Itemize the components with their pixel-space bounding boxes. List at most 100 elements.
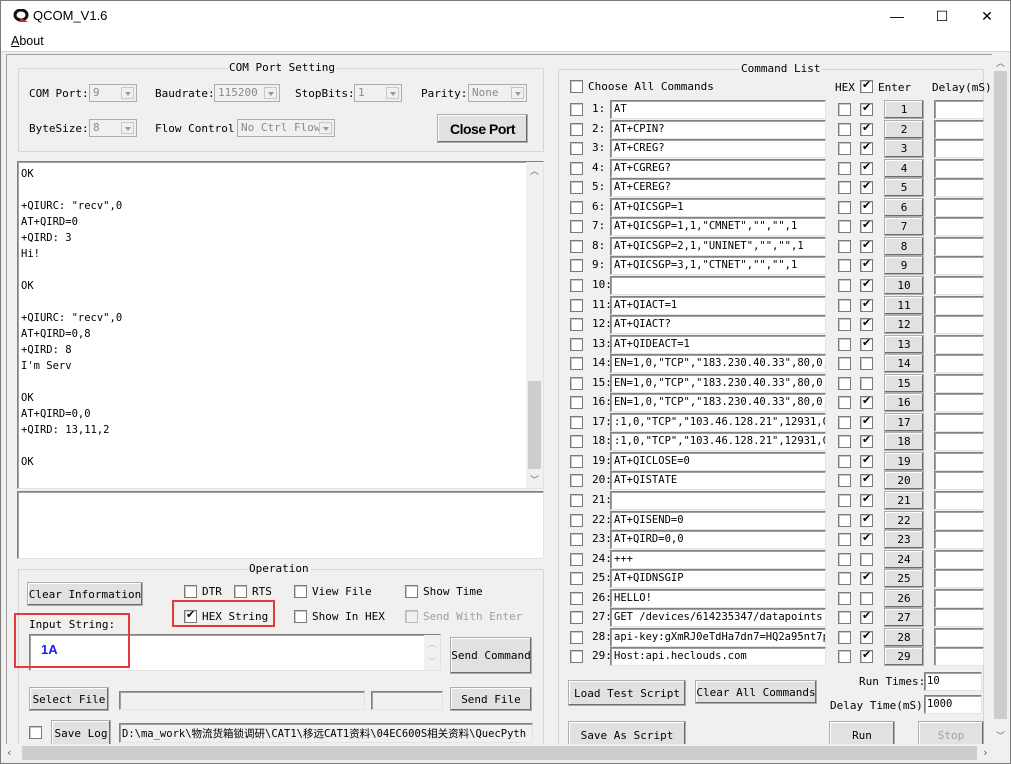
command-input[interactable]: EN=1,0,"TCP","183.230.40.33",80,0,0 (610, 354, 826, 374)
command-select-checkbox[interactable] (570, 357, 583, 371)
command-select-checkbox[interactable] (570, 533, 583, 547)
command-delay-input[interactable] (934, 275, 984, 295)
command-delay-input[interactable] (934, 295, 984, 315)
command-input[interactable]: AT+QICSGP=3,1,"CTNET","","",1 (610, 256, 826, 276)
command-input[interactable] (610, 275, 826, 295)
input-string-scrollbar[interactable]: ︿ ﹀ (424, 635, 440, 670)
command-send-button[interactable]: 15 (884, 373, 924, 393)
command-hex-checkbox[interactable] (838, 181, 851, 195)
command-delay-input[interactable] (934, 119, 984, 139)
command-send-button[interactable]: 12 (884, 315, 924, 335)
command-select-checkbox[interactable] (570, 650, 583, 664)
load-test-script-button[interactable]: Load Test Script (568, 680, 686, 706)
command-hex-checkbox[interactable] (838, 533, 851, 547)
delay-time-input[interactable]: 1000 (924, 695, 982, 714)
command-delay-input[interactable] (934, 373, 984, 393)
command-select-checkbox[interactable] (570, 278, 583, 292)
command-hex-checkbox[interactable] (838, 572, 851, 586)
command-select-checkbox[interactable] (570, 376, 583, 390)
command-enter-checkbox[interactable] (860, 570, 873, 586)
command-send-button[interactable]: 7 (884, 217, 924, 237)
run-times-input[interactable]: 10 (924, 672, 982, 691)
view-file-checkbox[interactable] (294, 585, 307, 598)
minimize-button[interactable]: — (874, 1, 920, 31)
command-select-checkbox[interactable] (570, 454, 583, 468)
command-enter-checkbox[interactable] (860, 140, 873, 156)
command-enter-checkbox[interactable] (860, 591, 873, 605)
chevron-up-icon[interactable]: ︿ (526, 162, 543, 179)
chevron-down-icon[interactable]: ﹀ (992, 727, 1009, 744)
command-input[interactable]: :1,0,"TCP","103.46.128.21",12931,0,0 (610, 412, 826, 432)
command-enter-checkbox[interactable] (860, 336, 873, 351)
command-enter-checkbox[interactable] (860, 609, 873, 625)
chevron-up-icon[interactable]: ︿ (992, 54, 1009, 71)
command-send-button[interactable]: 17 (884, 412, 924, 432)
command-enter-checkbox[interactable] (860, 552, 873, 566)
command-hex-checkbox[interactable] (838, 435, 851, 449)
scrollbar-thumb[interactable] (994, 71, 1007, 719)
command-hex-checkbox[interactable] (838, 278, 851, 292)
command-input[interactable]: AT+CGREG? (610, 158, 826, 178)
command-delay-input[interactable] (934, 334, 984, 354)
command-input[interactable] (610, 491, 826, 510)
command-select-checkbox[interactable] (570, 298, 583, 312)
select-file-path-field[interactable] (119, 691, 365, 710)
command-send-button[interactable]: 26 (884, 588, 924, 608)
command-hex-checkbox[interactable] (838, 298, 851, 312)
close-window-button[interactable]: ✕ (964, 1, 1010, 31)
command-send-button[interactable]: 13 (884, 334, 924, 354)
command-delay-input[interactable] (934, 510, 984, 530)
command-hex-checkbox[interactable] (838, 474, 851, 488)
command-enter-checkbox[interactable] (860, 199, 873, 214)
command-input[interactable]: AT+QICSGP=1,1,"CMNET","","",1 (610, 217, 826, 237)
command-enter-checkbox[interactable] (860, 101, 873, 116)
command-select-checkbox[interactable] (570, 591, 583, 605)
select-file-button[interactable]: Select File (29, 687, 109, 711)
command-send-button[interactable]: 14 (884, 354, 924, 374)
command-enter-checkbox[interactable] (860, 277, 873, 292)
chevron-down-icon[interactable]: ﹀ (424, 653, 440, 670)
command-select-checkbox[interactable] (570, 200, 583, 214)
command-enter-checkbox[interactable] (860, 648, 873, 664)
command-input[interactable]: AT+QICSGP=2,1,"UNINET","","",1 (610, 236, 826, 256)
receive-log-scrollbar[interactable]: ︿ ﹀ (526, 162, 543, 488)
select-file-extra-field[interactable] (371, 691, 443, 710)
command-delay-input[interactable] (934, 491, 984, 510)
menu-about[interactable]: About (11, 34, 44, 48)
command-enter-checkbox[interactable] (860, 257, 873, 273)
command-send-button[interactable]: 8 (884, 236, 924, 256)
command-input[interactable]: AT+QIDEACT=1 (610, 334, 826, 354)
rts-checkbox[interactable] (234, 585, 247, 598)
stopbits-select[interactable]: 1 (354, 84, 402, 102)
command-select-checkbox[interactable] (570, 630, 583, 644)
clear-information-button[interactable]: Clear Information (27, 582, 143, 606)
command-input[interactable]: AT+QIRD=0,0 (610, 530, 826, 550)
command-hex-checkbox[interactable] (838, 396, 851, 410)
command-select-checkbox[interactable] (570, 142, 583, 156)
main-horizontal-scrollbar[interactable]: ‹ › (2, 744, 1010, 763)
command-input[interactable]: AT+CEREG? (610, 178, 826, 198)
command-hex-checkbox[interactable] (838, 454, 851, 468)
command-enter-checkbox[interactable] (860, 238, 873, 253)
command-select-checkbox[interactable] (570, 415, 583, 429)
main-vertical-scrollbar[interactable]: ︿ ﹀ (992, 54, 1009, 744)
command-delay-input[interactable] (934, 530, 984, 550)
command-delay-input[interactable] (934, 178, 984, 198)
command-send-button[interactable]: 25 (884, 569, 924, 589)
send-with-enter-checkbox[interactable] (405, 610, 418, 623)
command-enter-checkbox[interactable] (860, 531, 873, 547)
command-enter-checkbox[interactable] (860, 472, 873, 488)
command-enter-checkbox[interactable] (860, 512, 873, 527)
send-command-button[interactable]: Send Command (450, 637, 532, 674)
command-input[interactable]: AT (610, 100, 826, 119)
send-area[interactable] (17, 491, 544, 559)
command-input[interactable]: AT+QICLOSE=0 (610, 451, 826, 471)
command-send-button[interactable]: 9 (884, 256, 924, 276)
send-file-button[interactable]: Send File (450, 687, 532, 711)
command-send-button[interactable]: 23 (884, 530, 924, 550)
parity-select[interactable]: None (468, 84, 527, 102)
command-select-checkbox[interactable] (570, 435, 583, 449)
command-hex-checkbox[interactable] (838, 142, 851, 156)
command-input[interactable]: +++ (610, 549, 826, 569)
command-enter-checkbox[interactable] (860, 357, 873, 371)
